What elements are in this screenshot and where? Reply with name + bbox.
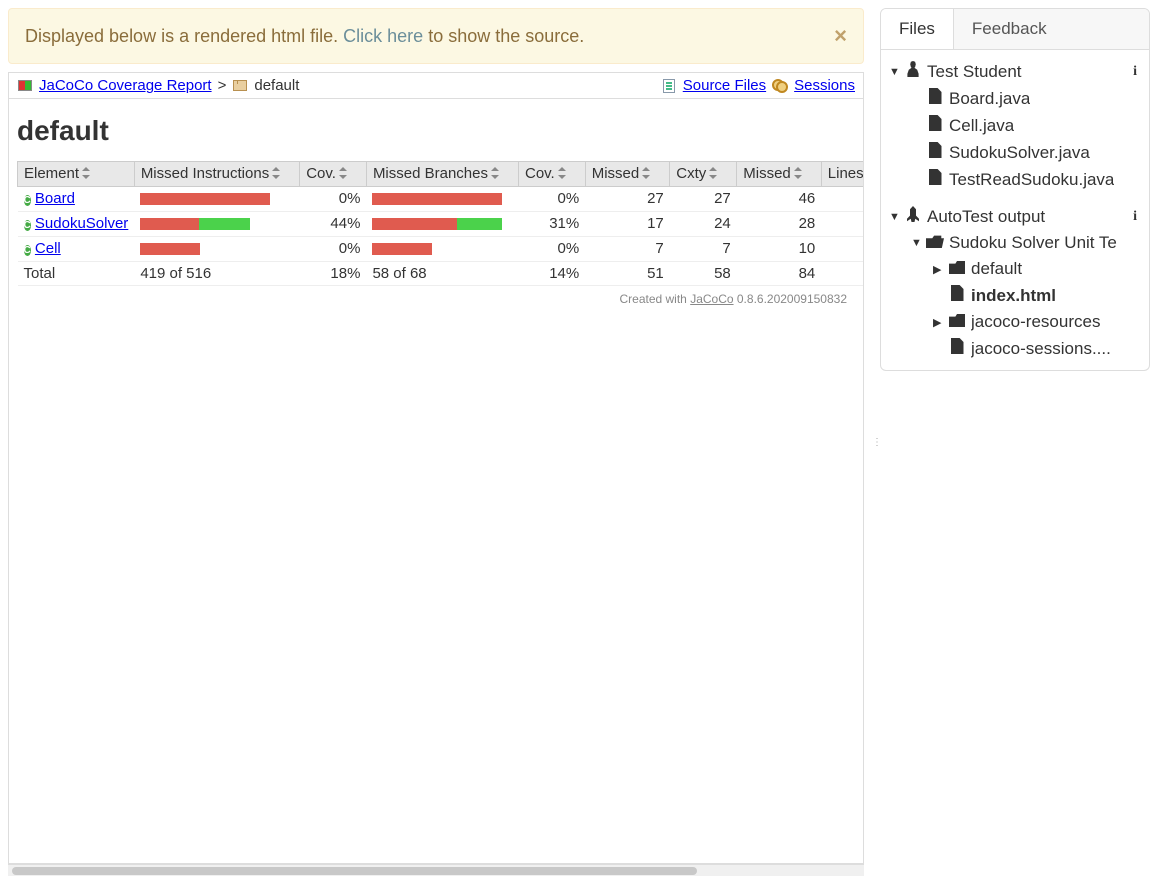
tree-file[interactable]: Board.java — [885, 85, 1145, 112]
total-instr: 419 of 516 — [134, 261, 299, 285]
breadcrumb-current: default — [254, 77, 299, 94]
tree-file[interactable]: SudokuSolver.java — [885, 139, 1145, 166]
col-missed2[interactable]: Missed — [737, 162, 822, 187]
info-icon[interactable]: i — [1133, 64, 1141, 80]
package-icon — [232, 78, 248, 94]
table-row: C Board 0% 0% 27 27 46 46 10 — [18, 186, 865, 211]
class-link[interactable]: Board — [35, 190, 75, 207]
footer: Created with JaCoCo 0.8.6.202009150832 — [17, 286, 855, 312]
class-icon: C — [24, 220, 31, 231]
folder-icon — [949, 259, 965, 279]
coverage-table: Element Missed Instructions Cov. Missed … — [17, 161, 864, 286]
notice-suffix: to show the source. — [423, 26, 584, 46]
resize-handle[interactable]: ⋮ — [872, 0, 880, 884]
class-icon: C — [24, 195, 31, 206]
sidebar-tabs: Files Feedback — [880, 8, 1150, 50]
total-branch: 58 of 68 — [366, 261, 518, 285]
file-icon — [949, 338, 965, 359]
file-icon — [927, 169, 943, 190]
source-files-link[interactable]: Source Files — [683, 77, 766, 94]
breadcrumb: JaCoCo Coverage Report > default Source … — [9, 73, 863, 99]
file-icon — [927, 142, 943, 163]
caret-down-icon[interactable] — [889, 66, 899, 78]
total-label: Total — [18, 261, 135, 285]
folder-icon — [949, 312, 965, 332]
report-icon — [17, 78, 33, 94]
tree-student[interactable]: Test Student i — [885, 58, 1145, 85]
table-row: C Cell 0% 0% 7 7 10 10 6 — [18, 236, 865, 261]
col-element[interactable]: Element — [18, 162, 135, 187]
breadcrumb-sep: > — [218, 77, 227, 94]
sessions-link[interactable]: Sessions — [794, 77, 855, 94]
notice-banner: Displayed below is a rendered html file.… — [8, 8, 864, 64]
instr-bar — [140, 193, 270, 205]
class-icon: C — [24, 245, 31, 256]
page-title: default — [17, 115, 855, 147]
source-icon — [661, 78, 677, 94]
col-cxty[interactable]: Cxty — [670, 162, 737, 187]
total-cov1: 18% — [300, 261, 367, 285]
file-icon — [949, 285, 965, 306]
tree-autotest[interactable]: AutoTest output i — [885, 203, 1145, 230]
class-link[interactable]: SudokuSolver — [35, 215, 128, 232]
breadcrumb-root-link[interactable]: JaCoCo Coverage Report — [39, 77, 212, 94]
tree-jacoco-sessions[interactable]: jacoco-sessions.... — [885, 335, 1145, 362]
caret-right-icon[interactable] — [933, 316, 943, 329]
branch-bar — [372, 193, 502, 205]
close-icon[interactable]: × — [834, 23, 847, 49]
file-tree: Test Student i Board.javaCell.javaSudoku… — [880, 50, 1150, 371]
col-cov2[interactable]: Cov. — [519, 162, 586, 187]
tree-file[interactable]: TestReadSudoku.java — [885, 166, 1145, 193]
branch-bar — [372, 218, 502, 230]
report-frame: JaCoCo Coverage Report > default Source … — [8, 72, 864, 864]
horizontal-scrollbar[interactable] — [8, 864, 864, 876]
instr-bar — [140, 218, 250, 230]
notice-text: Displayed below is a rendered html file. — [25, 26, 343, 46]
folder-open-icon — [927, 233, 943, 253]
caret-down-icon[interactable] — [889, 211, 899, 223]
caret-down-icon[interactable] — [911, 237, 921, 249]
tree-jacoco-resources[interactable]: jacoco-resources — [885, 309, 1145, 335]
tree-file[interactable]: Cell.java — [885, 112, 1145, 139]
tab-files[interactable]: Files — [881, 9, 954, 49]
sort-icon — [81, 166, 91, 183]
tab-feedback[interactable]: Feedback — [954, 9, 1149, 49]
table-row: C SudokuSolver 44% 31% 17 24 28 51 5 — [18, 211, 865, 236]
total-cov2: 14% — [519, 261, 586, 285]
user-icon — [905, 61, 921, 82]
caret-right-icon[interactable] — [933, 263, 943, 276]
col-missed1[interactable]: Missed — [585, 162, 670, 187]
tree-index-file[interactable]: index.html — [885, 282, 1145, 309]
info-icon[interactable]: i — [1133, 209, 1141, 225]
tree-default-folder[interactable]: default — [885, 256, 1145, 282]
total-row: Total 419 of 516 18% 58 of 68 14% 51 58 … — [18, 261, 865, 285]
jacoco-link[interactable]: JaCoCo — [690, 292, 733, 306]
branch-bar — [372, 243, 432, 255]
class-link[interactable]: Cell — [35, 240, 61, 257]
col-missed-instr[interactable]: Missed Instructions — [134, 162, 299, 187]
file-icon — [927, 115, 943, 136]
rocket-icon — [905, 206, 921, 227]
col-lines[interactable]: Lines — [821, 162, 864, 187]
col-cov1[interactable]: Cov. — [300, 162, 367, 187]
instr-bar — [140, 243, 200, 255]
sessions-icon — [772, 78, 788, 94]
tree-sudoku-folder[interactable]: Sudoku Solver Unit Te — [885, 230, 1145, 256]
col-missed-branch[interactable]: Missed Branches — [366, 162, 518, 187]
file-icon — [927, 88, 943, 109]
show-source-link[interactable]: Click here — [343, 26, 423, 46]
